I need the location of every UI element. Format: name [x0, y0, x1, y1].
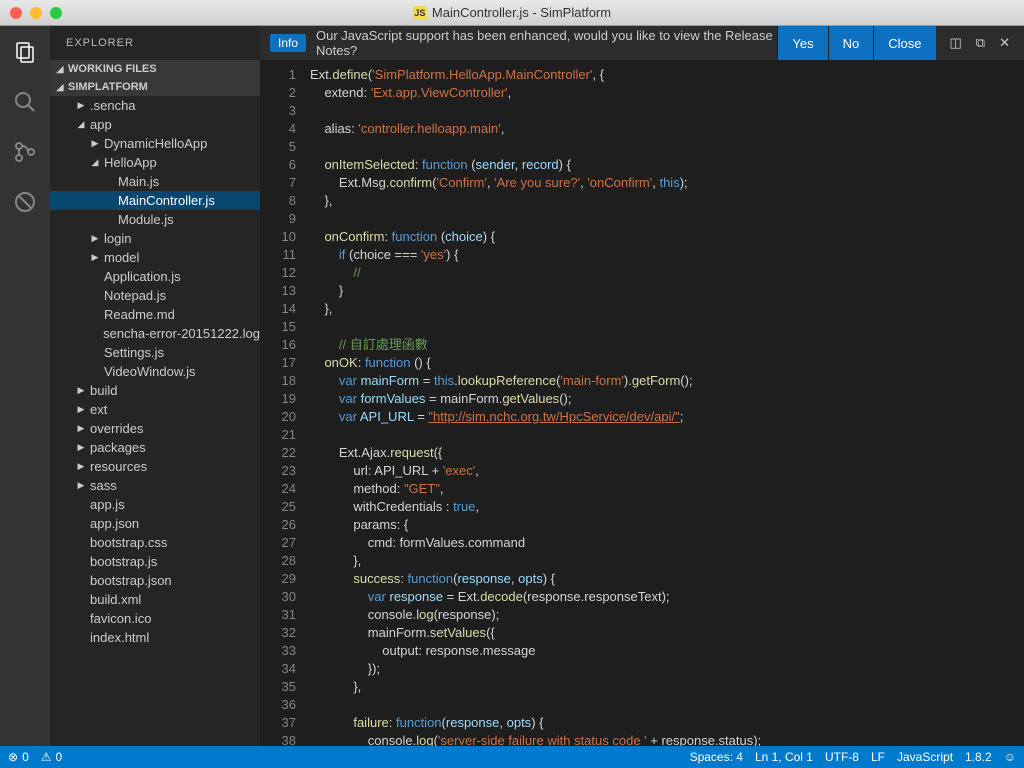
tree-item[interactable]: ▶.sencha — [50, 96, 260, 115]
errors-status[interactable]: ⊗ 0 — [8, 750, 29, 764]
info-badge: Info — [270, 34, 306, 52]
version-status[interactable]: 1.8.2 — [965, 750, 992, 764]
close-window-button[interactable] — [10, 7, 22, 19]
yes-button[interactable]: Yes — [777, 26, 827, 60]
tree-item[interactable]: Application.js — [50, 267, 260, 286]
warnings-status[interactable]: ⚠ 0 — [41, 750, 62, 764]
editor-area: Info Our JavaScript support has been enh… — [260, 26, 1024, 746]
tree-item[interactable]: ◢HelloApp — [50, 153, 260, 172]
notification-message: Our JavaScript support has been enhanced… — [316, 28, 777, 58]
tree-item[interactable]: ▶ext — [50, 400, 260, 419]
sidebar: EXPLORER ◢WORKING FILES ◢SIMPLATFORM ▶.s… — [50, 26, 260, 746]
close-button[interactable]: Close — [873, 26, 935, 60]
maximize-window-button[interactable] — [50, 7, 62, 19]
tree-item[interactable]: app.js — [50, 495, 260, 514]
window-title: JS MainController.js - SimPlatform — [413, 5, 611, 20]
js-file-icon: JS — [413, 6, 427, 20]
tree-item[interactable]: Readme.md — [50, 305, 260, 324]
tree-item[interactable]: ▶resources — [50, 457, 260, 476]
tree-item[interactable]: ▶login — [50, 229, 260, 248]
tree-item[interactable]: ▶sass — [50, 476, 260, 495]
dismiss-icon[interactable]: ✕ — [999, 35, 1010, 51]
notification-bar: Info Our JavaScript support has been enh… — [260, 26, 1024, 60]
tree-item[interactable]: build.xml — [50, 590, 260, 609]
feedback-icon[interactable]: ☺ — [1004, 750, 1016, 764]
minimize-window-button[interactable] — [30, 7, 42, 19]
source-control-icon[interactable] — [11, 138, 39, 166]
tree-item[interactable]: bootstrap.css — [50, 533, 260, 552]
no-button[interactable]: No — [828, 26, 874, 60]
tree-item[interactable]: VideoWindow.js — [50, 362, 260, 381]
code-editor[interactable]: 1234567891011121314151617181920212223242… — [260, 60, 1024, 746]
project-header[interactable]: ◢SIMPLATFORM — [50, 78, 260, 96]
window-controls — [10, 7, 62, 19]
sidebar-title: EXPLORER — [50, 26, 260, 60]
tree-item[interactable]: ▶build — [50, 381, 260, 400]
tree-item[interactable]: ◢app — [50, 115, 260, 134]
status-bar: ⊗ 0 ⚠ 0 Spaces: 4 Ln 1, Col 1 UTF-8 LF J… — [0, 746, 1024, 768]
tree-item[interactable]: index.html — [50, 628, 260, 647]
overflow-icon[interactable]: ⧉ — [976, 35, 985, 51]
split-editor-icon[interactable]: ◫ — [950, 35, 962, 51]
tree-item[interactable]: Module.js — [50, 210, 260, 229]
tree-item[interactable]: ▶DynamicHelloApp — [50, 134, 260, 153]
tree-item[interactable]: ▶model — [50, 248, 260, 267]
activity-bar — [0, 26, 50, 746]
explorer-icon[interactable] — [11, 38, 39, 66]
tree-item[interactable]: Notepad.js — [50, 286, 260, 305]
file-tree: ▶.sencha◢app▶DynamicHelloApp◢HelloAppMai… — [50, 96, 260, 746]
tree-item[interactable]: app.json — [50, 514, 260, 533]
search-icon[interactable] — [11, 88, 39, 116]
tree-item[interactable]: favicon.ico — [50, 609, 260, 628]
line-gutter: 1234567891011121314151617181920212223242… — [260, 60, 310, 746]
tree-item[interactable]: MainController.js — [50, 191, 260, 210]
tree-item[interactable]: Settings.js — [50, 343, 260, 362]
code-content[interactable]: Ext.define('SimPlatform.HelloApp.MainCon… — [310, 60, 1024, 746]
language-status[interactable]: JavaScript — [897, 750, 953, 764]
tree-item[interactable]: sencha-error-20151222.log — [50, 324, 260, 343]
window-title-text: MainController.js - SimPlatform — [432, 5, 611, 20]
indent-status[interactable]: Spaces: 4 — [690, 750, 743, 764]
tree-item[interactable]: bootstrap.js — [50, 552, 260, 571]
cursor-status[interactable]: Ln 1, Col 1 — [755, 750, 813, 764]
eol-status[interactable]: LF — [871, 750, 885, 764]
tree-item[interactable]: Main.js — [50, 172, 260, 191]
debug-icon[interactable] — [11, 188, 39, 216]
tree-item[interactable]: ▶overrides — [50, 419, 260, 438]
encoding-status[interactable]: UTF-8 — [825, 750, 859, 764]
titlebar: JS MainController.js - SimPlatform — [0, 0, 1024, 26]
working-files-header[interactable]: ◢WORKING FILES — [50, 60, 260, 78]
tree-item[interactable]: ▶packages — [50, 438, 260, 457]
tree-item[interactable]: bootstrap.json — [50, 571, 260, 590]
